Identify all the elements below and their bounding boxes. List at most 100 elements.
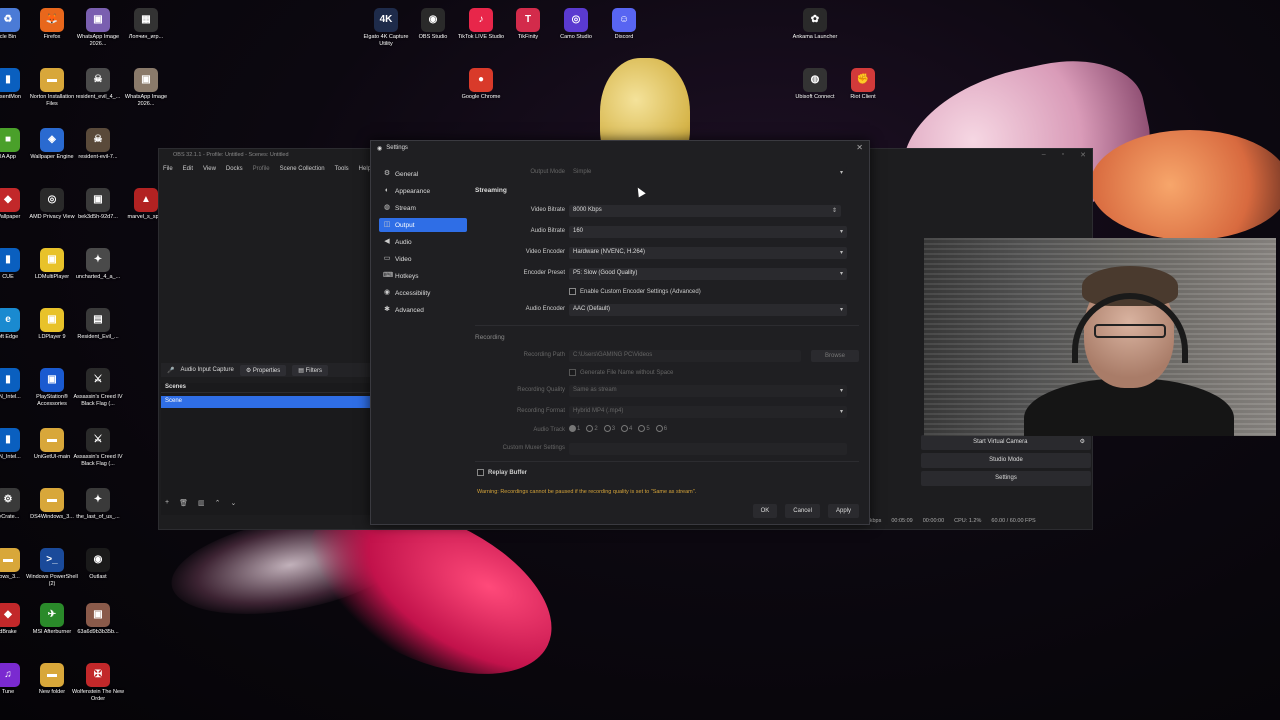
desktop-icon[interactable]: ✦ uncharted_4_a_... xyxy=(70,248,126,281)
settings-titlebar: ◉ Settings xyxy=(371,141,869,155)
desktop-icon[interactable]: ✦ the_last_of_us_... xyxy=(70,488,126,521)
properties-button[interactable]: ⚙ Properties xyxy=(239,364,287,376)
desktop-icon[interactable]: ▣ 63a6d9b3b35b... xyxy=(70,603,126,636)
desktop-icon[interactable]: ✿ Ankama Launcher xyxy=(787,8,843,41)
output-mode-select[interactable]: Simple ▾ xyxy=(569,167,847,179)
nav-hotkeys[interactable]: ⌨ Hotkeys xyxy=(379,269,467,283)
desktop-icon[interactable]: ✠ Wolfenstein The New Order xyxy=(70,663,126,702)
audio-track-label: Audio Track xyxy=(533,427,565,433)
menu-scene-collection[interactable]: Scene Collection xyxy=(280,166,325,178)
radio-icon xyxy=(569,425,576,432)
video-bitrate-spinbox[interactable]: 8000 Kbps ⇕ xyxy=(569,205,841,217)
app-icon: ✦ xyxy=(86,488,110,512)
desktop-icon[interactable]: ☠ resident-evil-7... xyxy=(70,128,126,161)
ok-button[interactable]: OK xyxy=(752,504,778,518)
start-virtual-camera-button[interactable]: Start Virtual Camera ⚙ xyxy=(921,435,1091,450)
audio-track-6[interactable]: 6 xyxy=(655,425,667,432)
audio-track-5[interactable]: 5 xyxy=(638,425,650,432)
chevron-down-icon[interactable]: ⌄ xyxy=(230,499,236,507)
audio-track-1[interactable]: 1 xyxy=(569,425,580,432)
close-icon[interactable]: ✕ xyxy=(856,143,863,152)
chevron-up-icon[interactable]: ⌃ xyxy=(215,499,221,507)
app-icon: ◍ xyxy=(803,68,827,92)
browse-button[interactable]: Browse xyxy=(811,350,859,362)
generate-filename-checkbox[interactable]: Generate File Name without Space xyxy=(569,369,673,376)
audio-track-3[interactable]: 3 xyxy=(603,425,615,432)
settings-nav: ⚙ General ◐ Appearance ◍ Stream ◫ Output ◀ Au… xyxy=(379,167,467,320)
chevron-down-icon: ▾ xyxy=(839,271,843,277)
menu-view[interactable]: View xyxy=(203,166,216,178)
divider xyxy=(475,461,859,462)
audio-track-2[interactable]: 2 xyxy=(586,425,598,432)
video-encoder-select[interactable]: Hardware (NVENC, H.264) ▾ xyxy=(569,247,847,259)
checkbox-box[interactable] xyxy=(477,469,484,476)
menu-tools[interactable]: Tools xyxy=(335,166,349,178)
nav-accessibility[interactable]: ◉ Accessibility xyxy=(379,286,467,300)
nav-output[interactable]: ◫ Output xyxy=(379,218,467,232)
custom-encoder-checkbox[interactable]: Enable Custom Encoder Settings (Advanced… xyxy=(569,288,701,295)
minimize-icon[interactable]: – xyxy=(1042,151,1046,159)
nav-stream[interactable]: ◍ Stream xyxy=(379,201,467,215)
apply-button[interactable]: Apply xyxy=(827,504,859,518)
desktop-icon[interactable]: ▤ Resident_Evil_... xyxy=(70,308,126,341)
globe-icon: ◍ xyxy=(383,204,391,211)
studio-mode-button[interactable]: Studio Mode xyxy=(921,453,1091,468)
menu-docks[interactable]: Docks xyxy=(226,166,243,178)
nav-video[interactable]: ▭ Video xyxy=(379,252,467,266)
trash-icon[interactable]: 🗑 xyxy=(179,499,188,507)
desktop-icon[interactable]: ⚔ Assassin's Creed IV Black Flag (... xyxy=(70,428,126,467)
cancel-button[interactable]: Cancel xyxy=(785,504,820,518)
desktop-icon[interactable]: ☺ Discord xyxy=(596,8,652,41)
filter-icon[interactable]: ▥ xyxy=(198,499,205,507)
audio-bitrate-select[interactable]: 160 ▾ xyxy=(569,226,847,238)
filters-button[interactable]: ▤ Filters xyxy=(292,364,328,376)
checkbox-box[interactable] xyxy=(569,288,576,295)
desktop-icon[interactable]: ⚔ Assassin's Creed IV Black Flag (... xyxy=(70,368,126,407)
desktop-icon[interactable]: ▣ WhatsApp Image 2026... xyxy=(118,68,174,107)
gear-icon[interactable]: ⚙ xyxy=(1080,435,1085,450)
encoder-preset-label: Encoder Preset xyxy=(523,270,565,276)
menu-profile[interactable]: Profile xyxy=(253,166,270,178)
desktop-icon[interactable]: ● Google Chrome xyxy=(453,68,509,101)
audio-track-4[interactable]: 4 xyxy=(621,425,632,432)
track-label: 4 xyxy=(629,426,633,433)
audio-encoder-select[interactable]: AAC (Default) ▾ xyxy=(569,304,847,316)
nav-advanced[interactable]: ✱ Advanced xyxy=(379,303,467,317)
encoder-preset-select[interactable]: P5: Slow (Good Quality) ▾ xyxy=(569,268,847,280)
monitor-icon: ▭ xyxy=(383,255,391,262)
recording-format-select[interactable]: Hybrid MP4 (.mp4) ▾ xyxy=(569,406,847,418)
menu-file[interactable]: File xyxy=(163,166,173,178)
app-icon: 🦊 xyxy=(40,8,64,32)
desktop-icon-label: Ankama Launcher xyxy=(792,34,838,40)
desktop-icon-label: Wolfenstein The New Order xyxy=(71,689,125,702)
app-icon: ▣ xyxy=(86,8,110,32)
microphone-icon: 🎤 xyxy=(167,367,175,374)
replay-buffer-checkbox[interactable]: Replay Buffer xyxy=(477,469,527,476)
checkbox-box[interactable] xyxy=(569,369,576,376)
nav-audio[interactable]: ◀ Audio xyxy=(379,235,467,249)
nav-general[interactable]: ⚙ General xyxy=(379,167,467,181)
recording-quality-select[interactable]: Same as stream ▾ xyxy=(569,385,847,397)
desktop-icon[interactable]: ▦ Лопчин_игр... xyxy=(118,8,174,41)
add-icon[interactable]: + xyxy=(165,499,169,507)
nav-appearance[interactable]: ◐ Appearance xyxy=(379,184,467,198)
app-icon: ● xyxy=(469,68,493,92)
spinner-icon[interactable]: ⇕ xyxy=(832,207,837,214)
custom-muxer-input[interactable] xyxy=(569,443,847,455)
close-icon[interactable]: ✕ xyxy=(1080,151,1086,159)
chevron-down-icon: ▾ xyxy=(839,409,843,415)
scene-list-item[interactable]: Scene xyxy=(161,396,371,408)
app-icon: ▮ xyxy=(0,248,20,272)
divider xyxy=(475,325,859,326)
maximize-icon[interactable]: ▫ xyxy=(1062,151,1064,159)
properties-label: Properties xyxy=(252,367,281,374)
desktop-icon-label: Resident_Evil_... xyxy=(77,334,119,340)
app-icon: ◎ xyxy=(564,8,588,32)
app-icon: ▣ xyxy=(40,308,64,332)
desktop-icon[interactable]: ◉ Outlast xyxy=(70,548,126,581)
menu-edit[interactable]: Edit xyxy=(183,166,193,178)
recording-path-input[interactable]: C:\Users\GAMING PC\Videos xyxy=(569,350,801,362)
settings-button[interactable]: Settings xyxy=(921,471,1091,486)
app-icon: ♫ xyxy=(0,663,20,687)
desktop-icon[interactable]: ✊ Riot Client xyxy=(835,68,891,101)
